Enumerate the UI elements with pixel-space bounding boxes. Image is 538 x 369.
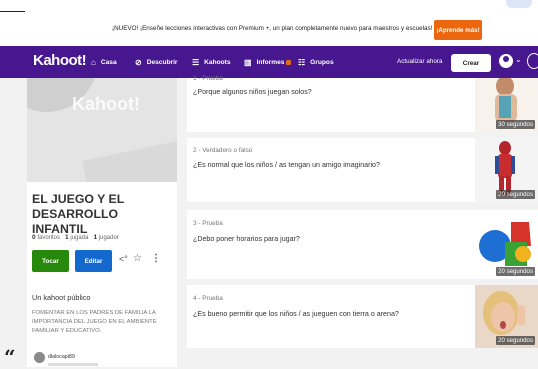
cover-image: Kahoot! (27, 78, 177, 182)
groups-icon: ☷ (298, 57, 306, 67)
owner-name[interactable]: dlalocapi89 (48, 354, 75, 360)
question-type: 4 - Prueba (193, 295, 223, 302)
kahoot-title: EL JUEGO Y EL DESARROLLO INFANTIL (32, 192, 125, 236)
compass-icon: ⊘ (135, 57, 142, 67)
play-button[interactable]: Tocar (32, 250, 69, 272)
promo-banner: ¡NUEVO! ¡Enseñe lecciones interactivas c… (0, 12, 538, 47)
question-card[interactable]: 2 - Verdadero o falso ¿Es normal que los… (187, 138, 475, 202)
share-icon[interactable]: <° (119, 254, 128, 264)
question-type: 2 - Verdadero o falso (193, 147, 253, 154)
time-label: 30 segundos (496, 120, 535, 129)
question-card[interactable]: 3 - Prueba ¿Debo poner horarios para jug… (187, 210, 475, 279)
list-icon: ☰ (192, 57, 200, 67)
upgrade-link[interactable]: Actualizar ahora (397, 58, 443, 65)
kahoot-logo[interactable]: Kahoot! (33, 52, 87, 69)
user-avatar-icon[interactable] (499, 54, 513, 68)
favorites-count: 0 (32, 234, 36, 241)
plays-label: jugada (70, 235, 89, 241)
time-label: 20 segundos (496, 267, 535, 276)
top-strip (0, 0, 538, 12)
nav-item-label: Casa (100, 58, 117, 66)
owner-avatar[interactable] (34, 352, 45, 363)
nav-item-discover[interactable]: ⊘ Descubrir (135, 46, 178, 78)
question-text: ¿Porque algunos niños juegan solos? (193, 88, 312, 96)
question-thumbnail: 20 segundos (475, 285, 538, 348)
nav-item-label: Grupos (310, 58, 334, 66)
nav-item-label: Kahoots (204, 58, 231, 66)
question-card[interactable]: 4 - Prueba ¿Es bueno permitir que los ni… (187, 285, 475, 348)
browser-tab-edge (506, 0, 532, 8)
owner-subtext (48, 363, 98, 366)
kahoot-details-panel: Kahoot! EL JUEGO Y EL DESARROLLO INFANTI… (27, 78, 177, 367)
star-icon[interactable]: ☆ (133, 253, 142, 264)
learn-more-button[interactable]: ¡Aprende más! (434, 20, 482, 40)
chevron-down-icon[interactable]: ⌄ (515, 55, 522, 64)
nav-item-groups[interactable]: ☷ Grupos (298, 46, 334, 78)
cover-logo: Kahoot! (72, 94, 140, 114)
notification-icon[interactable] (527, 53, 538, 69)
nav-item-reports[interactable]: ▥ Informes (244, 46, 292, 78)
question-text: ¿Debo poner horarios para jugar? (193, 235, 300, 243)
bar-chart-icon: ▥ (244, 57, 252, 67)
question-thumbnail: 20 segundos (475, 210, 538, 279)
time-label: 20 segundos (496, 190, 535, 199)
top-nav: Kahoot! ⌂ Casa ⊘ Descubrir ☰ Kahoots ▥ I… (0, 46, 538, 78)
question-type: 3 - Prueba (193, 220, 223, 227)
quote-icon: “ (4, 345, 16, 369)
question-card[interactable]: 1 - Prueba ¿Porque algunos niños juegan … (187, 75, 475, 132)
banner-text: ¡NUEVO! ¡Enseñe lecciones interactivas c… (112, 25, 433, 32)
kahoot-stats: 0 favoritos 1 jugada 1 jugador (32, 234, 119, 241)
players-count: 1 (93, 234, 98, 241)
edit-button[interactable]: Editar (75, 250, 112, 272)
question-text: ¿Es bueno permitir que los niños / as ju… (193, 310, 399, 318)
nav-item-kahoots[interactable]: ☰ Kahoots (192, 46, 231, 78)
favorites-label: favoritos (37, 235, 61, 241)
home-icon: ⌂ (91, 57, 96, 67)
question-thumbnail: 20 segundos (475, 138, 538, 202)
nav-item-label: Descubrir (146, 58, 178, 66)
visibility-label: Un kahoot público (32, 293, 91, 302)
kahoot-description: FOMENTAR EN LOS PADRES DE FAMILIA LA IMP… (32, 310, 157, 334)
create-button[interactable]: Crear (451, 54, 491, 72)
cover-shape (82, 136, 177, 182)
more-options-icon[interactable]: ⋮ (151, 253, 161, 264)
time-label: 20 segundos (496, 336, 535, 345)
plays-count: 1 (65, 234, 69, 241)
players-label: jugador (98, 235, 119, 241)
question-type: 1 - Prueba (193, 75, 223, 82)
question-thumbnail: 30 segundos (475, 78, 538, 132)
question-text: ¿Es normal que los niños / as tengan un … (193, 161, 380, 169)
nav-item-home[interactable]: ⌂ Casa (91, 46, 117, 78)
nav-item-label: Informes (256, 58, 285, 66)
reports-badge (286, 59, 292, 65)
